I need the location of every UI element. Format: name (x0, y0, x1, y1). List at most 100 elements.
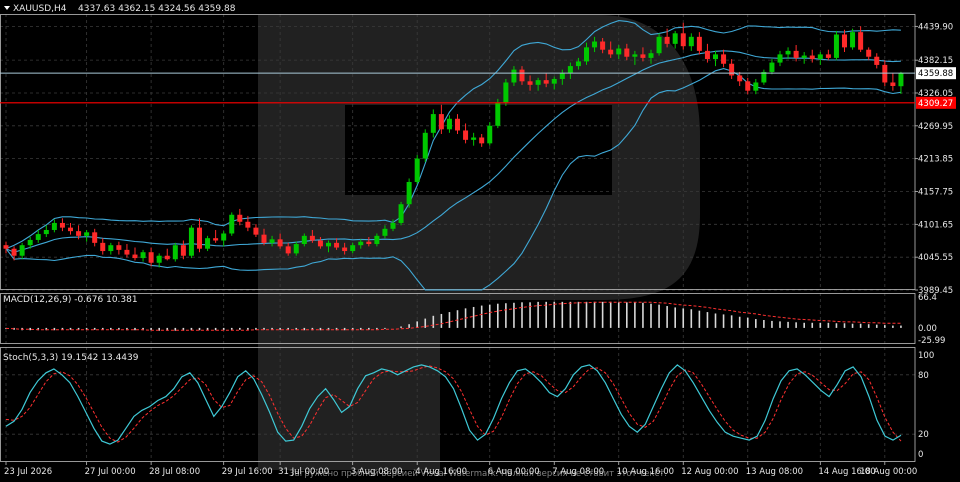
candle-body (68, 227, 73, 232)
price-tick-label: 4157.75 (918, 187, 953, 197)
candle-body (640, 54, 646, 58)
stoch-tick-label: 0 (918, 450, 923, 460)
candle-body (777, 54, 783, 63)
candle-body (600, 41, 606, 50)
candle-body (390, 222, 396, 229)
candle-body (438, 114, 444, 130)
candle-body (124, 249, 130, 255)
candle-body (519, 69, 525, 82)
candle-body (245, 221, 251, 228)
candle-body (180, 245, 186, 256)
candle-body (301, 235, 307, 245)
candle-body (616, 48, 622, 55)
candle-body (535, 80, 541, 85)
candle-body (664, 36, 670, 44)
candle-body (479, 137, 485, 144)
time-tick-label: 28 Jul 08:00 (149, 467, 200, 477)
candle-body (398, 204, 404, 223)
candle-body (414, 158, 420, 182)
candle-body (116, 245, 122, 250)
candle-body (164, 255, 170, 260)
candle-body (140, 252, 146, 259)
candle-body (866, 49, 872, 57)
candle-body (495, 102, 501, 126)
candle-body (503, 82, 509, 103)
candle-body (188, 227, 194, 256)
macd-label: MACD(12,26,9) -0.676 10.381 (3, 295, 138, 305)
candle-body (656, 36, 662, 54)
candle-body (648, 53, 654, 58)
candle-body (269, 239, 275, 243)
candle-body (584, 47, 589, 62)
candle-body (422, 132, 428, 159)
candle-body (567, 66, 573, 74)
candle-body (608, 49, 614, 55)
candle-body (350, 245, 356, 252)
time-tick-label: 13 Aug 08:00 (746, 467, 803, 477)
candle-body (100, 242, 106, 252)
stoch-tick-label: 100 (918, 351, 934, 361)
macd-tick-label: 66.4 (918, 293, 937, 303)
candle-body (59, 222, 65, 228)
candle-body (833, 34, 839, 58)
candle-body (374, 235, 380, 245)
candle-body (406, 181, 412, 205)
candle-body (511, 69, 517, 83)
candle-body (858, 32, 864, 50)
candle-body (874, 56, 880, 65)
candle-body (559, 73, 565, 79)
price-tick-label: 4382.15 (918, 56, 953, 66)
candle-body (326, 242, 331, 247)
candle-body (817, 54, 823, 60)
current-price-tag-label: 4359.88 (918, 69, 953, 79)
candle-body (898, 73, 904, 87)
candle-body (672, 33, 678, 44)
candle-body (809, 55, 815, 60)
candle-body (890, 82, 896, 86)
price-tick-label: 4439.90 (918, 22, 953, 32)
candle-body (221, 233, 227, 241)
candle-body (84, 232, 90, 236)
candle-body (842, 34, 847, 48)
candle-body (51, 222, 57, 230)
candle-body (309, 235, 315, 241)
candle-body (721, 54, 727, 64)
time-tick-label: 23 Jul 2026 (4, 467, 52, 477)
candle-body (551, 78, 557, 84)
candle-body (745, 81, 751, 91)
candle-body (446, 118, 452, 130)
stoch-tick-label: 20 (918, 430, 929, 440)
candle-body (108, 245, 114, 252)
candle-body (27, 239, 33, 246)
price-tick-label: 4213.85 (918, 155, 953, 165)
candle-body (229, 214, 235, 234)
candle-body (261, 234, 267, 243)
candle-body (850, 32, 856, 48)
candle-body (35, 234, 41, 240)
candle-body (543, 80, 549, 84)
candle-body (471, 137, 477, 140)
candle-body (156, 255, 162, 263)
candle-body (334, 242, 340, 248)
candle-body (688, 36, 694, 47)
candle-body (43, 229, 49, 235)
candle-body (132, 254, 138, 259)
candle-body (624, 48, 630, 57)
candle-body (769, 62, 775, 72)
candle-body (713, 54, 718, 60)
candle-body (205, 238, 211, 249)
time-tick-label: 27 Jul 00:00 (85, 467, 136, 477)
candle-body (253, 227, 259, 235)
price-tick-label: 4101.65 (918, 220, 953, 230)
candle-body (213, 238, 219, 241)
candle-body (455, 118, 460, 131)
price-tick-label: 4045.55 (918, 253, 953, 263)
time-tick-label: 29 Jul 16:00 (222, 467, 273, 477)
candle-body (342, 247, 348, 252)
candle-body (793, 50, 799, 58)
candle-body (575, 61, 581, 67)
trading-chart[interactable]: 4439.904382.154326.054269.954213.854157.… (0, 0, 960, 482)
watermark-text: Загружено пробной версией Visual Waterma… (289, 469, 667, 479)
candle-body (729, 63, 735, 76)
candle-body (148, 252, 154, 263)
